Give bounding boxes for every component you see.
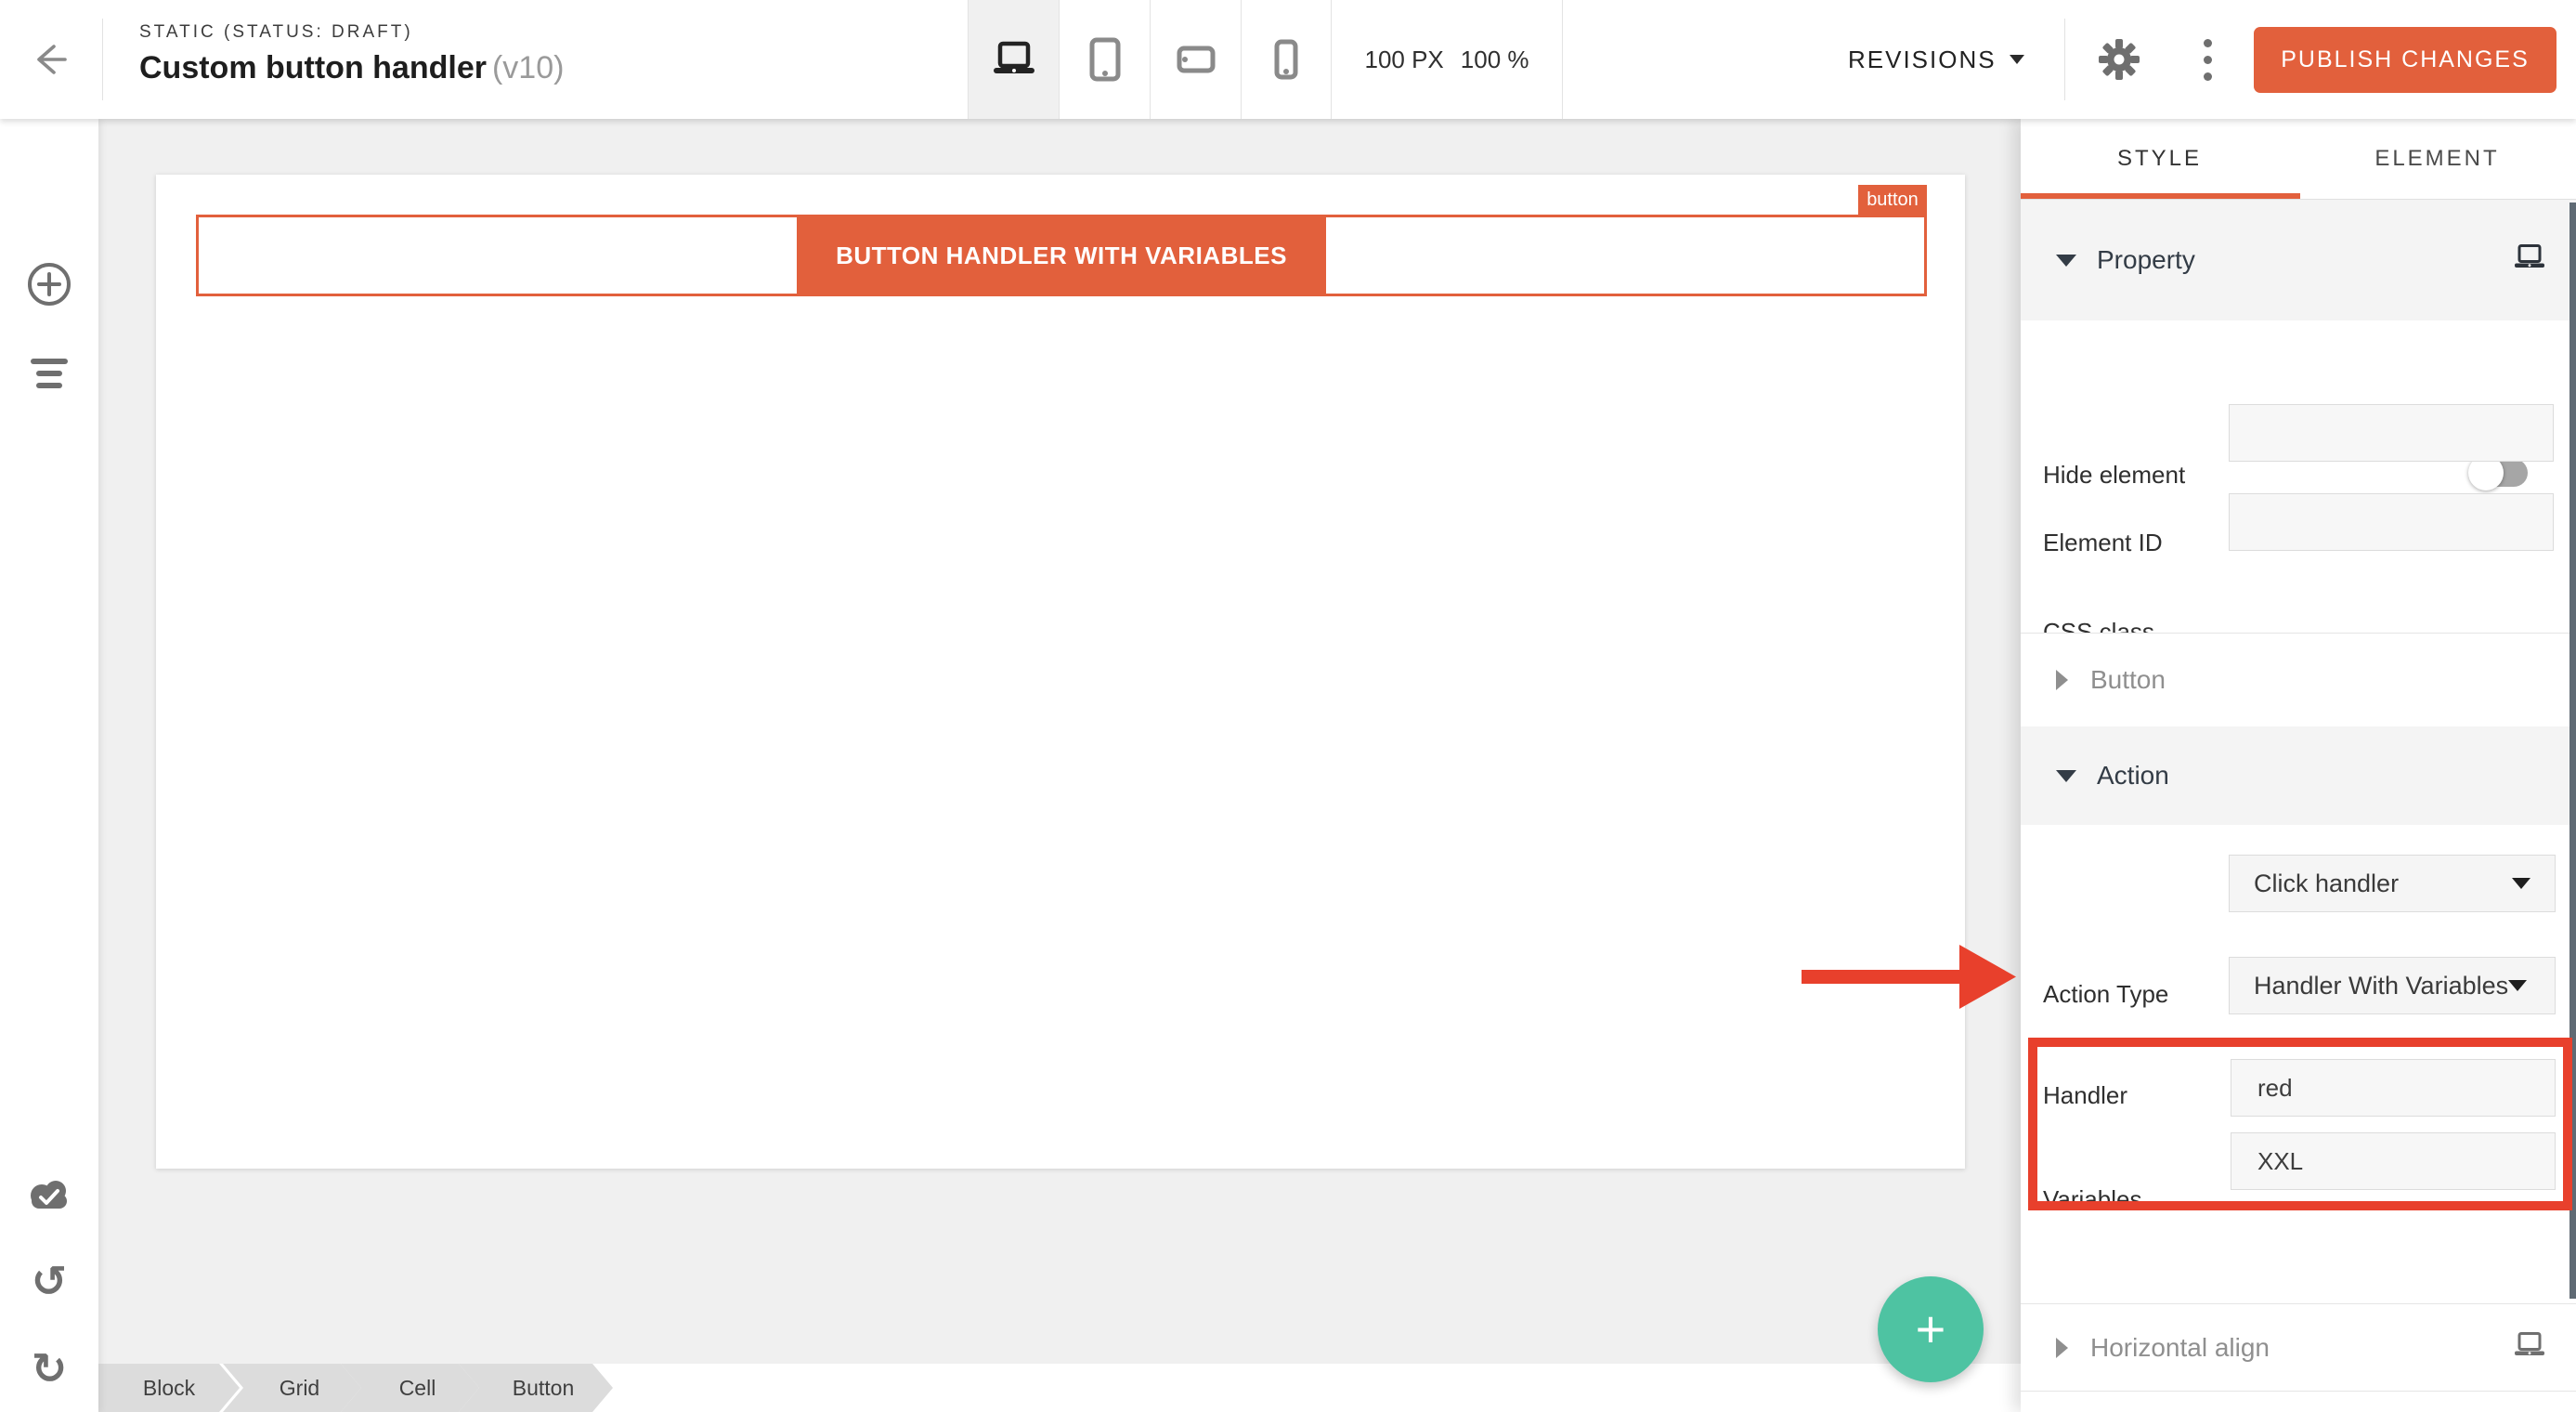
- gear-icon[interactable]: [2097, 37, 2141, 82]
- undo-icon[interactable]: ↺: [32, 1260, 68, 1302]
- hide-element-toggle[interactable]: [2472, 459, 2528, 487]
- device-phone-landscape-button[interactable]: [1150, 0, 1241, 119]
- variable-input-2[interactable]: [2231, 1132, 2556, 1190]
- action-type-label: Action Type: [2043, 980, 2168, 1009]
- publish-changes-button[interactable]: PUBLISH CHANGES: [2254, 27, 2556, 93]
- header-divider: [2064, 19, 2065, 100]
- viewport-zoom: 100 %: [1461, 46, 1529, 74]
- handler-label: Handler: [2043, 1081, 2127, 1110]
- hide-element-label: Hide element: [2043, 461, 2185, 490]
- element-id-input[interactable]: [2229, 404, 2554, 462]
- phone-portrait-icon: [1274, 39, 1298, 80]
- section-divider: [2021, 1391, 2576, 1392]
- section-header-button[interactable]: Button: [2021, 634, 2576, 726]
- back-arrow-icon[interactable]: [26, 37, 71, 82]
- device-phone-portrait-button[interactable]: [1241, 0, 1332, 119]
- layers-icon[interactable]: [29, 357, 70, 395]
- add-element-icon[interactable]: [25, 260, 73, 313]
- handler-value: Handler With Variables: [2254, 972, 2508, 1000]
- css-class-input[interactable]: [2229, 493, 2554, 551]
- element-id-label: Element ID: [2043, 529, 2163, 557]
- section-title: Button: [2090, 665, 2166, 695]
- status-label: STATIC (STATUS: DRAFT): [139, 22, 564, 43]
- tab-element[interactable]: ELEMENT: [2298, 119, 2576, 199]
- revisions-label: REVISIONS: [1848, 46, 1997, 74]
- chevron-down-icon: [2512, 878, 2530, 889]
- chevron-right-icon: [2056, 1338, 2068, 1358]
- tablet-portrait-icon: [1089, 37, 1121, 82]
- chevron-down-icon: [2056, 770, 2076, 782]
- page-title-text: Custom button handler: [139, 50, 487, 85]
- action-type-select[interactable]: Click handler: [2229, 855, 2556, 912]
- active-tab-underline: [2021, 193, 2300, 199]
- kebab-menu-icon[interactable]: [2193, 35, 2221, 84]
- breadcrumb-item-button[interactable]: Button: [459, 1364, 613, 1412]
- redo-icon[interactable]: ↻: [32, 1347, 68, 1390]
- element-type-tag: button: [1858, 185, 1927, 216]
- section-title: Action: [2097, 761, 2169, 791]
- section-title: Property: [2097, 245, 2195, 275]
- page-title: Custom button handler(v10): [139, 50, 564, 86]
- section-title: Horizontal align: [2090, 1333, 2270, 1363]
- tab-style[interactable]: STYLE: [2021, 119, 2298, 199]
- left-toolbar: ↺ ↻: [0, 119, 98, 1412]
- selected-element-outline: BUTTON HANDLER WITH VARIABLES: [196, 215, 1927, 296]
- handler-select[interactable]: Handler With Variables: [2229, 957, 2556, 1014]
- chevron-right-icon: [2056, 670, 2068, 690]
- device-tablet-button[interactable]: [1059, 0, 1150, 119]
- device-preview-group: [968, 0, 1332, 119]
- header-divider: [102, 19, 103, 100]
- chevron-down-icon: [2056, 255, 2076, 267]
- panel-tabs: STYLE ELEMENT: [2021, 119, 2576, 200]
- action-type-value: Click handler: [2254, 869, 2399, 898]
- section-header-action[interactable]: Action: [2021, 726, 2576, 825]
- laptop-icon: [2513, 243, 2546, 278]
- page-preview: BUTTON HANDLER WITH VARIABLES button: [156, 175, 1965, 1169]
- section-header-horizontal-align[interactable]: Horizontal align: [2021, 1304, 2576, 1391]
- style-panel: STYLE ELEMENT Property Hide element Elem…: [2021, 119, 2576, 1412]
- page-version: (v10): [492, 50, 564, 85]
- app-root: STATIC (STATUS: DRAFT) Custom button han…: [0, 0, 2576, 1412]
- chevron-down-icon: [2508, 980, 2527, 991]
- variable-input-1[interactable]: [2231, 1059, 2556, 1117]
- editor-canvas: BUTTON HANDLER WITH VARIABLES button Blo…: [98, 119, 2021, 1412]
- title-block: STATIC (STATUS: DRAFT) Custom button han…: [139, 22, 564, 86]
- cloud-check-icon[interactable]: [26, 1178, 72, 1216]
- breadcrumb-item-grid[interactable]: Grid: [223, 1364, 361, 1412]
- device-laptop-button[interactable]: [968, 0, 1059, 119]
- laptop-icon: [2513, 1330, 2546, 1365]
- laptop-icon: [990, 39, 1038, 80]
- variables-label: Variables: [2043, 1185, 2141, 1214]
- panel-scrollbar[interactable]: [2569, 203, 2576, 1299]
- add-fab-button[interactable]: +: [1878, 1276, 1984, 1382]
- phone-landscape-icon: [1177, 46, 1216, 73]
- breadcrumb-item-block[interactable]: Block: [98, 1364, 240, 1412]
- viewport-readout: 100 PX 100 %: [1332, 0, 1563, 119]
- section-header-property[interactable]: Property: [2021, 200, 2576, 320]
- chevron-down-icon: [2010, 55, 2024, 64]
- top-bar: STATIC (STATUS: DRAFT) Custom button han…: [0, 0, 2576, 119]
- viewport-size: 100 PX: [1364, 46, 1443, 74]
- breadcrumb-item-cell[interactable]: Cell: [341, 1364, 479, 1412]
- canvas-button-element[interactable]: BUTTON HANDLER WITH VARIABLES: [797, 217, 1326, 294]
- breadcrumb-bar: Block Grid Cell Button: [98, 1364, 2021, 1412]
- revisions-dropdown[interactable]: REVISIONS: [1848, 0, 2024, 119]
